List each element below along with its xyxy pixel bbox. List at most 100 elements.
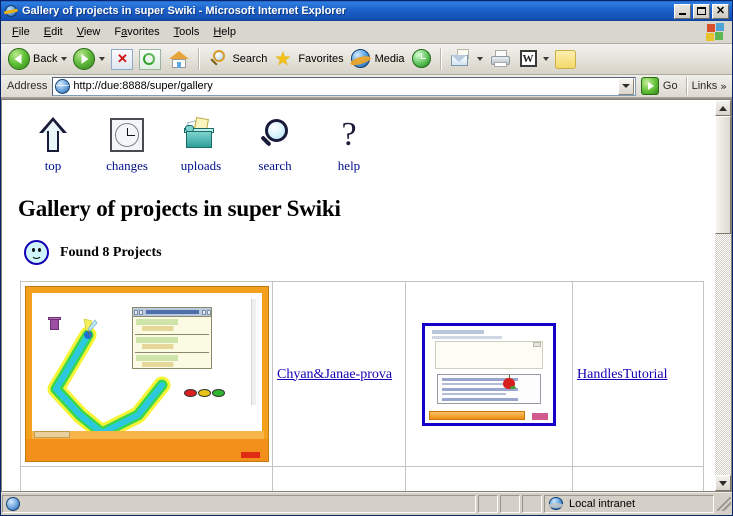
search-button[interactable]: Search: [204, 46, 270, 72]
chevron-down-icon[interactable]: [476, 57, 483, 61]
project-link[interactable]: HandlesTutorial: [577, 367, 667, 382]
question-mark-icon: ?: [341, 116, 357, 153]
gallery-cell-thumbnail-2[interactable]: [405, 281, 573, 467]
home-icon: [167, 48, 191, 70]
title-bar[interactable]: Gallery of projects in super Swiki - Mic…: [1, 1, 732, 21]
status-panel-3: [522, 495, 542, 513]
uploads-box-icon: [174, 114, 228, 156]
swiki-nav-changes[interactable]: changes: [100, 114, 154, 174]
minimize-button[interactable]: [674, 3, 691, 19]
found-projects-text: Found 8 Projects: [60, 244, 162, 260]
pen-cursor-graphic: [83, 319, 98, 338]
gallery-cell-link-4[interactable]: [572, 466, 704, 491]
chevron-down-icon: [719, 480, 727, 486]
favorites-label: Favorites: [298, 53, 344, 65]
globe-icon: [548, 497, 564, 511]
browser-toolbar: Back ✕ Search ★ Favorites Media W: [1, 44, 732, 75]
word-glyph: W: [519, 50, 537, 67]
address-input[interactable]: http://due:8888/super/gallery: [52, 76, 636, 96]
swiki-nav-top-label: top: [44, 158, 62, 173]
page-globe-icon: [55, 78, 71, 94]
history-clock-icon: [411, 48, 433, 70]
edit-in-word-button[interactable]: W: [516, 46, 552, 72]
swiki-nav-help-label: help: [337, 158, 361, 173]
window-title: Gallery of projects in super Swiki - Mic…: [22, 5, 346, 17]
scroll-down-button[interactable]: [715, 475, 731, 491]
address-dropdown-button[interactable]: [617, 77, 634, 95]
go-arrow-icon: [640, 77, 659, 95]
chevron-down-icon[interactable]: [99, 57, 106, 61]
chevron-double-right-icon[interactable]: »: [720, 80, 727, 93]
close-button[interactable]: ✕: [712, 3, 729, 19]
maximize-button[interactable]: [693, 3, 710, 19]
gallery-cell-thumbnail-3[interactable]: [20, 466, 273, 491]
security-zone-text: Local intranet: [569, 498, 636, 510]
refresh-button[interactable]: [136, 46, 164, 72]
go-button[interactable]: Go: [636, 77, 682, 95]
ie-globe-icon: [6, 497, 20, 511]
browser-window: Gallery of projects in super Swiki - Mic…: [0, 0, 733, 516]
gallery-cell-thumbnail-1[interactable]: [20, 281, 273, 467]
windows-flag-logo: [706, 23, 726, 41]
print-button[interactable]: [486, 46, 516, 72]
stop-button[interactable]: ✕: [108, 46, 136, 72]
chevron-down-icon[interactable]: [61, 57, 68, 61]
address-label: Address: [7, 80, 48, 92]
resize-grip[interactable]: [717, 497, 731, 511]
etoys-drawing-project-thumbnail[interactable]: [25, 286, 269, 462]
scrollbar-thumb[interactable]: [715, 116, 731, 234]
forward-arrow-icon: [73, 48, 96, 70]
status-panel-1: [478, 495, 498, 513]
gallery-cell-link-3[interactable]: [272, 466, 406, 491]
scrollbar-track[interactable]: [715, 116, 731, 475]
back-button[interactable]: Back: [5, 46, 70, 72]
handles-tutorial-thumbnail[interactable]: [422, 322, 556, 426]
swiki-nav-help[interactable]: ? help: [322, 114, 376, 174]
menu-item-tools[interactable]: Tools: [167, 24, 207, 40]
project-link[interactable]: Chyan&Janae-prova: [277, 367, 392, 382]
home-button[interactable]: [164, 46, 194, 72]
history-button[interactable]: [408, 46, 436, 72]
swiki-nav-top[interactable]: top: [26, 114, 80, 174]
page-viewport: top changes uploads search ? help Galler…: [1, 98, 732, 492]
toolbar-separator: [685, 77, 688, 95]
menu-item-favorites[interactable]: Favorites: [107, 24, 166, 40]
mail-button[interactable]: [446, 46, 486, 72]
security-zone-panel[interactable]: Local intranet: [544, 495, 714, 513]
scroll-up-button[interactable]: [715, 100, 731, 116]
forward-button[interactable]: [70, 46, 108, 72]
favorites-button[interactable]: ★ Favorites: [270, 46, 346, 72]
swiki-nav-uploads-label: uploads: [180, 158, 222, 173]
menu-item-view[interactable]: View: [70, 24, 108, 40]
links-button[interactable]: Links: [692, 80, 718, 92]
address-bar: Address http://due:8888/super/gallery Go…: [1, 75, 732, 98]
gallery-cell-thumbnail-4[interactable]: [405, 466, 573, 491]
gallery-cell-link-1[interactable]: Chyan&Janae-prova: [272, 281, 406, 467]
vertical-scrollbar[interactable]: [715, 99, 732, 492]
edit-folder-button[interactable]: [552, 46, 579, 72]
magnifier-icon: [248, 114, 302, 156]
media-button[interactable]: Media: [347, 46, 408, 72]
star-icon: ★: [274, 48, 292, 70]
toolbar-separator: [439, 48, 442, 70]
status-message-panel: [2, 495, 476, 513]
gallery-cell-link-2[interactable]: HandlesTutorial: [572, 281, 704, 467]
swiki-nav-search-label: search: [258, 158, 292, 173]
printer-icon: [489, 48, 513, 70]
menu-item-help[interactable]: Help: [206, 24, 243, 40]
menu-item-edit[interactable]: Edit: [37, 24, 70, 40]
menu-item-file[interactable]: File: [5, 24, 37, 40]
page-title: Gallery of projects in super Swiki: [18, 196, 341, 221]
swiki-nav-changes-label: changes: [106, 158, 148, 173]
chevron-down-icon[interactable]: [542, 57, 549, 61]
up-arrow-icon: [26, 114, 80, 156]
search-label: Search: [232, 53, 268, 65]
script-tile-window: [132, 307, 212, 369]
mail-icon: [449, 48, 473, 70]
swiki-nav-search[interactable]: search: [248, 114, 302, 174]
status-panel-2: [500, 495, 520, 513]
swiki-nav-uploads[interactable]: uploads: [174, 114, 228, 174]
close-icon: ✕: [715, 4, 726, 17]
refresh-icon: [139, 48, 162, 70]
menu-bar: File Edit View Favorites Tools Help: [1, 21, 732, 44]
